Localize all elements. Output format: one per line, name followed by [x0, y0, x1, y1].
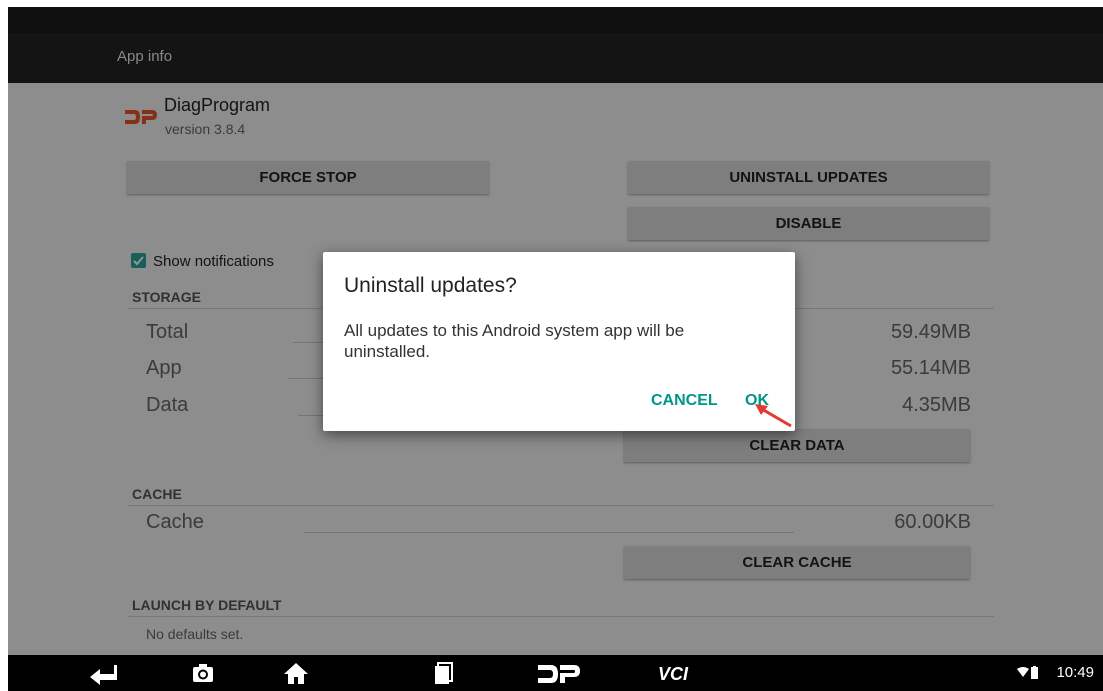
svg-text:VCI: VCI [658, 664, 689, 683]
dialog-message: All updates to this Android system app w… [344, 321, 685, 361]
recents-icon[interactable] [432, 661, 454, 685]
vci-icon[interactable]: VCI [656, 663, 696, 683]
clock: 10:49 [1056, 664, 1094, 681]
wifi-icon [1017, 667, 1029, 677]
dp-icon[interactable] [538, 665, 580, 683]
back-icon[interactable] [88, 661, 118, 685]
camera-icon[interactable] [191, 661, 215, 685]
home-icon[interactable] [283, 661, 309, 685]
cancel-button[interactable]: CANCEL [651, 392, 718, 410]
device-screen: App info DiagProgram version 3.8.4 FORCE… [8, 7, 1103, 691]
battery-icon [1031, 666, 1038, 679]
dialog-title: Uninstall updates? [344, 274, 517, 297]
pointer-arrow-icon [755, 404, 792, 428]
navigation-bar: VCI 10:49 [8, 655, 1103, 691]
uninstall-updates-dialog: Uninstall updates? All updates to this A… [323, 252, 795, 431]
